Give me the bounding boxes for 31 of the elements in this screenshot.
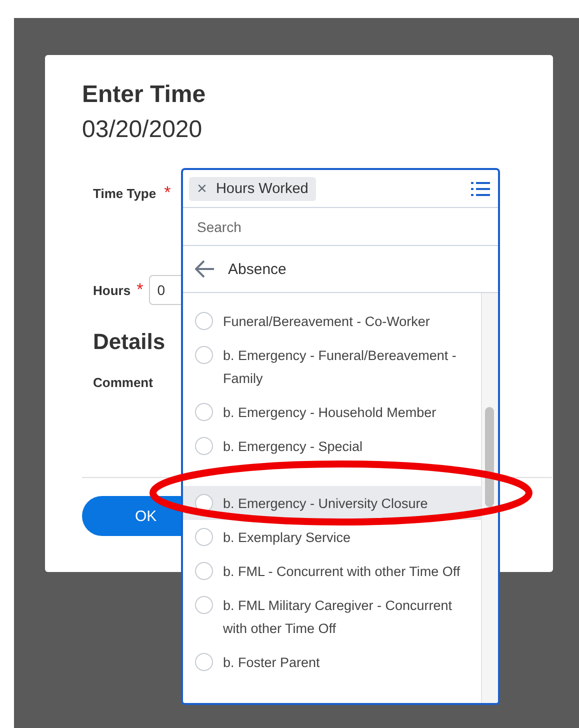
section-heading: Details bbox=[93, 329, 166, 355]
back-arrow-icon[interactable] bbox=[195, 260, 215, 278]
option-item[interactable]: b. FML Military Caregiver - Concurrent with other Time Off bbox=[183, 588, 481, 645]
field-label: Time Type bbox=[93, 186, 156, 200]
dialog-title: Enter Time bbox=[82, 80, 206, 110]
option-item[interactable]: b. Emergency - Funeral/Bereavement - Family bbox=[183, 338, 481, 395]
radio-button[interactable] bbox=[195, 562, 213, 580]
dialog-date: 03/20/2020 bbox=[82, 115, 202, 145]
option-item[interactable]: b. Emergency - Special bbox=[183, 429, 481, 486]
category-label: Absence bbox=[228, 260, 286, 278]
radio-button[interactable] bbox=[195, 437, 213, 455]
chip-label: Hours Worked bbox=[216, 180, 308, 196]
option-item[interactable]: b. Foster Parent bbox=[183, 645, 481, 679]
selected-chip[interactable]: × Hours Worked bbox=[189, 176, 316, 200]
radio-button[interactable] bbox=[195, 346, 213, 364]
option-item[interactable]: b. FML - Concurrent with other Time Off bbox=[183, 554, 481, 588]
option-item[interactable]: b. Emergency - Household Member bbox=[183, 395, 481, 429]
radio-button[interactable] bbox=[195, 312, 213, 330]
option-item[interactable]: Funeral/Bereavement - Co-Worker bbox=[183, 304, 481, 338]
field-label: Comment bbox=[93, 375, 153, 390]
required-mark: * bbox=[136, 280, 144, 300]
remove-icon[interactable]: × bbox=[197, 180, 207, 196]
list-icon[interactable] bbox=[471, 180, 490, 196]
radio-button[interactable] bbox=[195, 528, 213, 546]
radio-button[interactable] bbox=[195, 653, 213, 671]
required-mark: * bbox=[164, 183, 171, 203]
radio-button[interactable] bbox=[195, 596, 213, 614]
category-header[interactable]: Absence bbox=[183, 246, 498, 293]
radio-button[interactable] bbox=[195, 403, 213, 421]
field-label: Hours bbox=[93, 282, 131, 298]
scrollbar[interactable] bbox=[481, 293, 498, 703]
